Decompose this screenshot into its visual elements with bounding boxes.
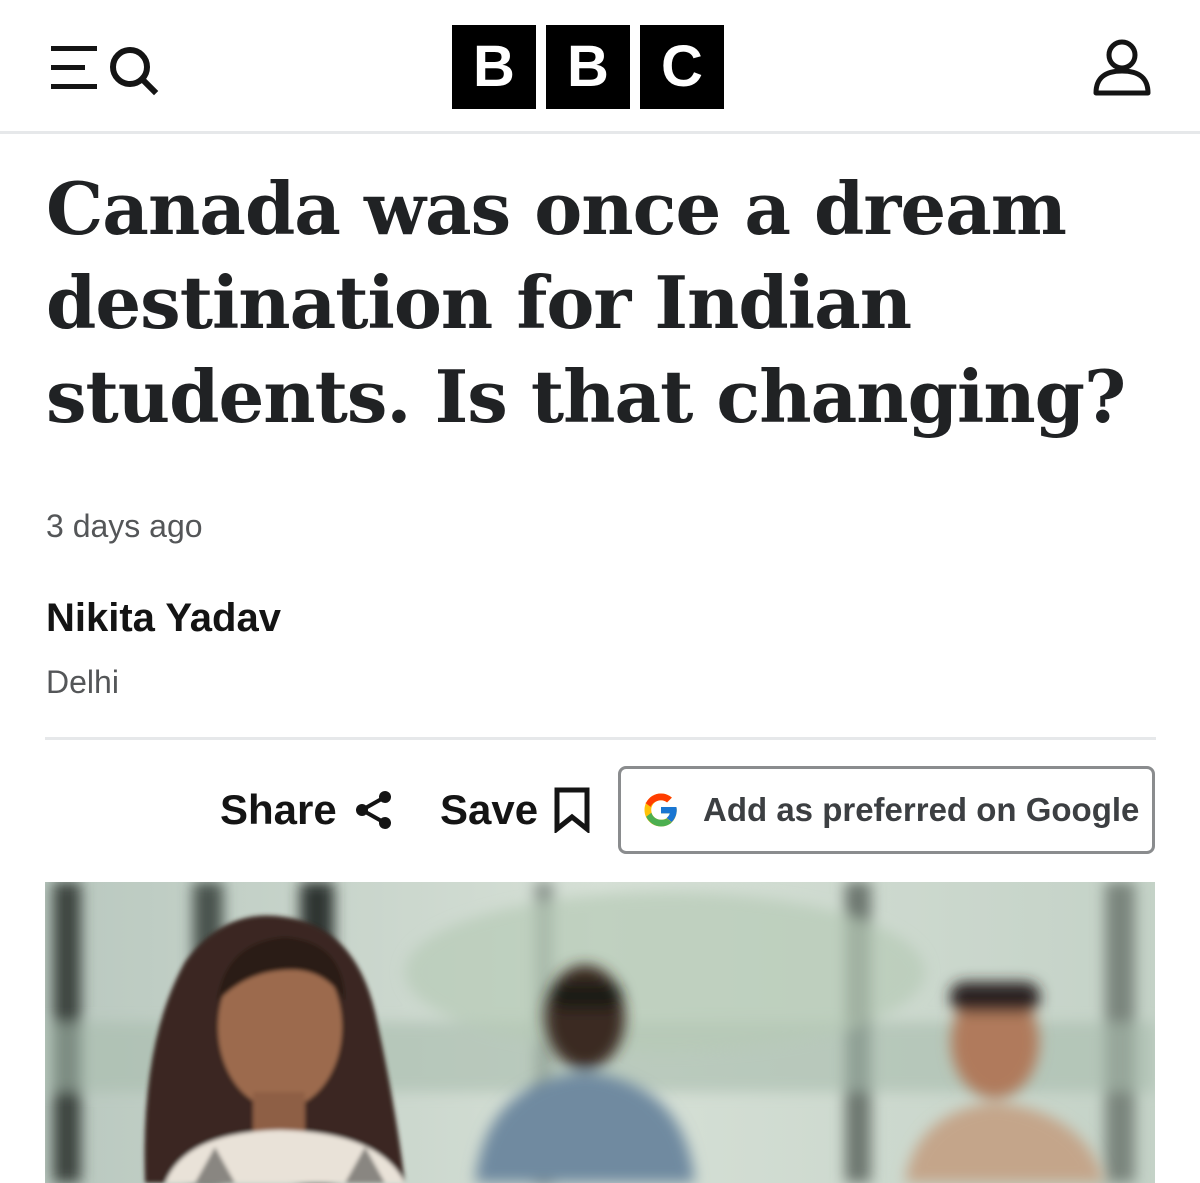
bbc-logo[interactable]: B B C xyxy=(452,25,724,109)
logo-letter: B xyxy=(452,25,536,109)
byline-divider xyxy=(45,737,1156,740)
share-icon xyxy=(355,791,391,829)
share-label: Share xyxy=(220,786,337,833)
author-name: Nikita Yadav xyxy=(46,596,281,640)
account-button[interactable] xyxy=(1092,38,1152,98)
menu-icon xyxy=(51,46,159,96)
google-g-icon xyxy=(644,793,677,827)
bookmark-icon xyxy=(554,787,590,833)
save-button[interactable]: Save xyxy=(440,782,590,838)
article-headline: Canada was once a dream destination for … xyxy=(46,166,1126,439)
account-icon xyxy=(1093,39,1151,96)
author-location: Delhi xyxy=(46,664,119,700)
menu-search-button[interactable] xyxy=(48,40,160,96)
article-timestamp: 3 days ago xyxy=(46,508,203,544)
logo-letter: C xyxy=(640,25,724,109)
share-button[interactable]: Share xyxy=(220,782,395,838)
search-icon xyxy=(110,47,159,96)
site-header: B B C xyxy=(0,0,1200,134)
add-preferred-google-button[interactable]: Add as preferred on Google xyxy=(618,766,1155,854)
hero-image xyxy=(45,882,1155,1183)
logo-letter: B xyxy=(546,25,630,109)
save-label: Save xyxy=(440,786,539,833)
google-button-label: Add as preferred on Google xyxy=(703,791,1140,828)
photo-students xyxy=(45,882,1155,1183)
